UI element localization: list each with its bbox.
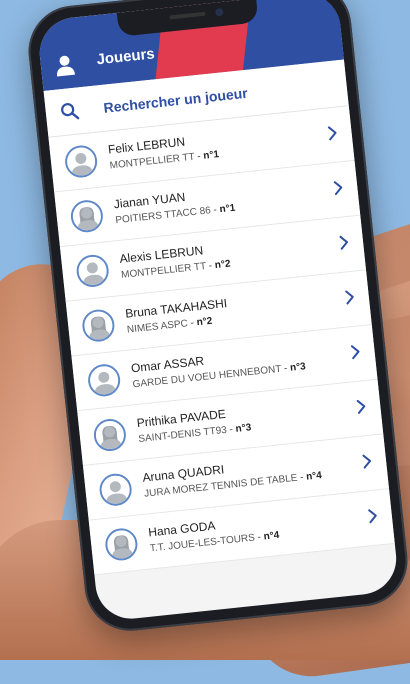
chevron-right-icon[interactable]: [361, 453, 373, 470]
chevron-right-icon[interactable]: [350, 343, 362, 360]
player-rank: n°2: [196, 315, 213, 329]
player-name: Hana GODA: [147, 518, 217, 540]
male-avatar-icon: [98, 472, 134, 508]
meta-separator: -: [299, 472, 305, 484]
chevron-right-icon[interactable]: [327, 125, 339, 142]
player-list: Felix LEBRUN MONTPELLIER TT - n°1 Jianan Y…: [48, 106, 395, 576]
camera: [214, 7, 224, 17]
meta-separator: -: [228, 424, 234, 436]
player-rank: n°1: [219, 202, 236, 216]
male-avatar-icon: [75, 253, 111, 289]
player-rank: n°3: [289, 361, 307, 374]
search-icon[interactable]: [59, 100, 81, 122]
player-rank: n°3: [235, 422, 252, 435]
male-avatar-icon: [63, 143, 99, 180]
chevron-right-icon[interactable]: [355, 398, 367, 415]
player-rank: n°4: [305, 470, 323, 483]
speaker: [169, 11, 206, 20]
player-name: Bruna TAKAHASHI: [124, 296, 228, 321]
chevron-right-icon[interactable]: [367, 507, 379, 524]
player-club: NIMES ASPC: [126, 318, 189, 336]
meta-separator: -: [190, 317, 195, 329]
chevron-right-icon[interactable]: [344, 289, 356, 306]
player-rank: n°2: [214, 258, 232, 272]
player-rank: n°1: [202, 149, 220, 162]
page-title: Joueurs: [95, 45, 156, 69]
user-icon[interactable]: [54, 54, 76, 78]
female-avatar-icon: [103, 526, 139, 562]
meta-separator: -: [212, 204, 218, 216]
male-avatar-icon: [86, 362, 122, 398]
meta-separator: -: [257, 531, 262, 544]
chevron-right-icon[interactable]: [332, 179, 344, 196]
meta-separator: -: [283, 363, 288, 375]
phone-screen: Joueurs Rechercher un joueur Felix LEBRU…: [36, 0, 400, 623]
meta-separator: -: [196, 151, 202, 163]
meta-separator: -: [208, 260, 213, 272]
search-label[interactable]: Rechercher un joueur: [103, 85, 249, 116]
player-rank: n°4: [263, 529, 280, 543]
phone: Joueurs Rechercher un joueur Felix LEBRU…: [24, 0, 410, 636]
chevron-right-icon[interactable]: [338, 234, 350, 251]
female-avatar-icon: [92, 417, 128, 453]
female-avatar-icon: [69, 198, 105, 234]
female-avatar-icon: [80, 308, 116, 344]
